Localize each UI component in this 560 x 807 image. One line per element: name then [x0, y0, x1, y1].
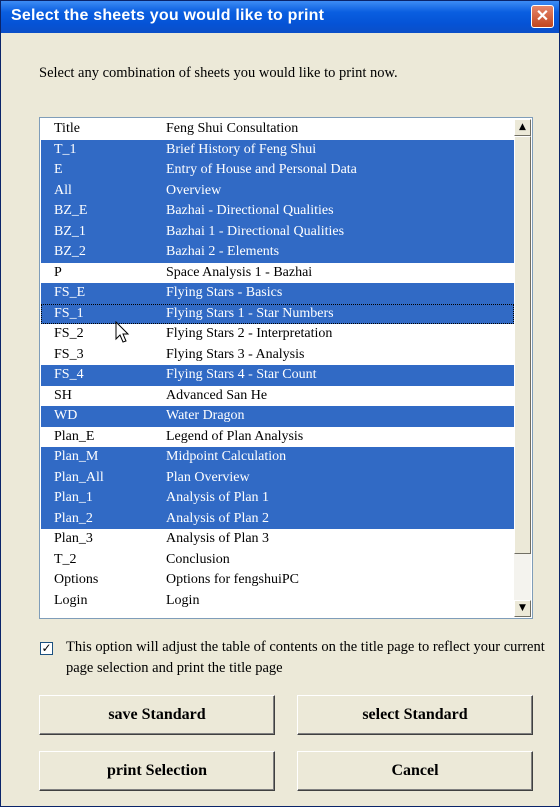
- sheet-row[interactable]: T_1 Brief History of Feng Shui: [41, 139, 514, 160]
- sheet-code: WD: [54, 408, 78, 423]
- sheet-code: Plan_All: [54, 469, 104, 485]
- sheet-code: Plan_M: [54, 449, 99, 464]
- sheet-name: Bazhai - Directional Qualities: [166, 203, 334, 218]
- sheet-name: Analysis of Plan 1: [166, 490, 270, 505]
- title-bar: Select the sheets you would like to prin…: [1, 1, 559, 33]
- sheet-code: FS_E: [54, 285, 86, 300]
- sheet-name: Water Dragon: [166, 408, 245, 423]
- sheet-code: BZ_1: [54, 223, 86, 239]
- sheet-code: Plan_3: [54, 531, 93, 546]
- sheet-name: Flying Stars 2 - Interpretation: [166, 326, 333, 341]
- sheet-code: T_2: [54, 551, 77, 567]
- sheet-name: Flying Stars 3 - Analysis: [166, 346, 305, 362]
- close-button[interactable]: ✕: [531, 5, 554, 28]
- sheet-code: BZ_2: [54, 244, 86, 259]
- sheet-row[interactable]: All Overview: [41, 180, 514, 201]
- sheet-code: Login: [54, 592, 88, 608]
- sheet-row[interactable]: Title Feng Shui Consultation: [41, 119, 514, 140]
- sheet-name: Analysis of Plan 2: [166, 510, 270, 526]
- sheet-code: Title: [54, 121, 80, 136]
- sheet-row[interactable]: Plan_1 Analysis of Plan 1: [41, 488, 514, 509]
- sheet-row[interactable]: BZ_E Bazhai - Directional Qualities: [41, 201, 514, 222]
- arrow-up-icon: ▲: [519, 122, 526, 132]
- sheet-name: Bazhai 1 - Directional Qualities: [166, 223, 345, 239]
- sheet-name: Analysis of Plan 3: [166, 531, 270, 546]
- adjust-toc-label: This option will adjust the table of con…: [66, 639, 545, 676]
- sheet-row[interactable]: FS_3 Flying Stars 3 - Analysis: [41, 344, 514, 365]
- sheet-name: Brief History of Feng Shui: [166, 141, 317, 157]
- sheet-name: Advanced San He: [166, 387, 268, 403]
- print-selection-button[interactable]: print Selection: [39, 751, 275, 791]
- sheet-name: Feng Shui Consultation: [166, 121, 299, 136]
- sheet-row[interactable]: FS_2 Flying Stars 2 - Interpretation: [41, 324, 514, 345]
- select-standard-button[interactable]: select Standard: [297, 695, 533, 735]
- sheet-code: FS_2: [54, 326, 84, 341]
- sheet-row[interactable]: FS_4 Flying Stars 4 - Star Count: [41, 365, 514, 386]
- sheet-code: P: [54, 264, 62, 280]
- arrow-down-icon: ▼: [519, 603, 526, 613]
- sheet-row[interactable]: SH Advanced San He: [41, 385, 514, 406]
- print-sheets-dialog: Select the sheets you would like to prin…: [0, 0, 560, 807]
- sheet-code: Plan_1: [54, 490, 93, 505]
- sheet-row[interactable]: Options Options for fengshuiPC: [41, 570, 514, 591]
- sheet-code: T_1: [54, 141, 77, 157]
- sheet-listbox[interactable]: Title Feng Shui Consultation T_1 Brief Hist…: [39, 117, 533, 619]
- sheet-code: Options: [54, 572, 99, 587]
- sheet-name: Overview: [166, 182, 222, 198]
- sheet-code: E: [54, 162, 63, 177]
- sheet-row[interactable]: P Space Analysis 1 - Bazhai: [41, 262, 514, 283]
- sheet-row[interactable]: Plan_3 Analysis of Plan 3: [41, 529, 514, 550]
- sheet-code: FS_1: [54, 305, 84, 321]
- sheet-name: Entry of House and Personal Data: [166, 162, 357, 177]
- sheet-name: Login: [166, 592, 200, 608]
- sheet-code: FS_3: [54, 346, 84, 362]
- instruction-text: Select any combination of sheets you wou…: [39, 65, 398, 81]
- sheet-row[interactable]: Plan_E Legend of Plan Analysis: [41, 426, 514, 447]
- sheet-name: Flying Stars - Basics: [166, 285, 283, 300]
- close-icon: ✕: [535, 8, 550, 25]
- save-standard-button[interactable]: save Standard: [39, 695, 275, 735]
- sheet-row[interactable]: WD Water Dragon: [41, 406, 514, 427]
- scroll-up-button[interactable]: ▲: [514, 119, 531, 136]
- dialog-title: Select the sheets you would like to prin…: [11, 7, 325, 24]
- sheet-code: SH: [54, 387, 72, 403]
- sheet-name: Options for fengshuiPC: [166, 572, 299, 587]
- cancel-button[interactable]: Cancel: [297, 751, 533, 791]
- sheet-row[interactable]: Login Login: [41, 590, 514, 611]
- mouse-pointer-icon: [115, 321, 130, 343]
- sheet-row[interactable]: Plan_M Midpoint Calculation: [41, 447, 514, 468]
- sheet-name: Flying Stars 4 - Star Count: [166, 367, 317, 382]
- sheet-name: Flying Stars 1 - Star Numbers: [166, 305, 334, 321]
- sheet-name: Space Analysis 1 - Bazhai: [166, 264, 313, 280]
- sheet-row[interactable]: FS_1 Flying Stars 1 - Star Numbers: [41, 303, 514, 324]
- scroll-thumb[interactable]: [514, 136, 531, 554]
- sheet-list-rows: Title Feng Shui Consultation T_1 Brief Hist…: [41, 119, 514, 611]
- sheet-code: FS_4: [54, 367, 84, 382]
- sheet-row[interactable]: BZ_1 Bazhai 1 - Directional Qualities: [41, 221, 514, 242]
- sheet-row[interactable]: T_2 Conclusion: [41, 549, 514, 570]
- sheet-row[interactable]: FS_E Flying Stars - Basics: [41, 283, 514, 304]
- sheet-code: All: [54, 182, 72, 198]
- sheet-code: Plan_2: [54, 510, 93, 526]
- adjust-toc-checkbox[interactable]: ✓: [40, 642, 53, 655]
- sheet-name: Legend of Plan Analysis: [166, 428, 304, 444]
- sheet-row[interactable]: E Entry of House and Personal Data: [41, 160, 514, 181]
- sheet-name: Bazhai 2 - Elements: [166, 244, 280, 259]
- sheet-row[interactable]: Plan_2 Analysis of Plan 2: [41, 508, 514, 529]
- sheet-row[interactable]: Plan_All Plan Overview: [41, 467, 514, 488]
- sheet-code: BZ_E: [54, 203, 88, 218]
- sheet-name: Midpoint Calculation: [166, 449, 287, 464]
- sheet-code: Plan_E: [54, 428, 95, 444]
- scroll-down-button[interactable]: ▼: [514, 600, 531, 617]
- sheet-name: Conclusion: [166, 551, 230, 567]
- sheet-name: Plan Overview: [166, 469, 250, 485]
- vertical-scrollbar[interactable]: ▲ ▼: [514, 119, 531, 617]
- checkmark-icon: ✓: [41, 641, 52, 655]
- sheet-row[interactable]: BZ_2 Bazhai 2 - Elements: [41, 242, 514, 263]
